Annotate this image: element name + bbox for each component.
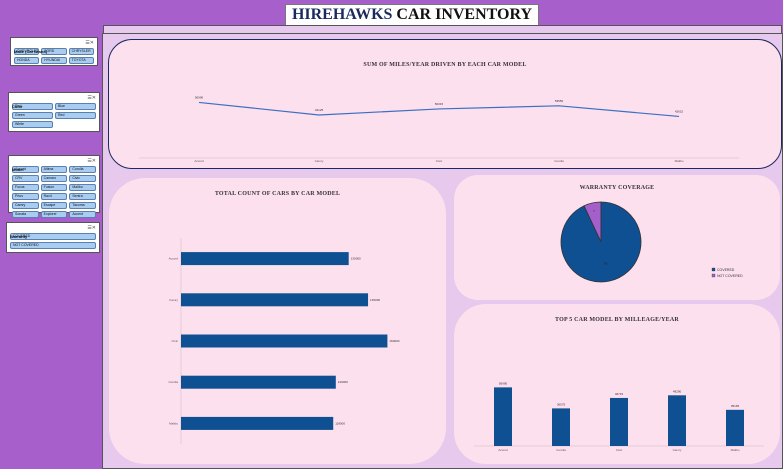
slicer-item[interactable]: Camaro [40,175,68,182]
data-label: 56990 [195,95,204,99]
x-tick-label: Malibu [731,448,740,452]
legend-swatch [711,273,716,278]
column-chart-panel: TOP 5 CAR MODEL BY MILLEAGE/YEAR 56990 Ac… [454,304,780,464]
slicer-items: Red Blue Green Red White [12,103,96,128]
slicer-item[interactable]: Sonata [12,211,39,218]
data-label: 35165 [731,404,740,408]
slicer-title: Warranty [10,234,28,239]
line-chart-panel: SUM OF MILES/YEAR DRIVEN BY EACH CAR MOD… [108,39,782,169]
legend-label: NOT COVERED [717,274,743,278]
slicer-item[interactable]: Rav4 [40,193,68,200]
y-tick-label: Civic [172,339,179,343]
slicer-item[interactable]: Fusion [40,184,68,191]
slicer-item[interactable]: Explorer [40,211,68,218]
column-bar [552,408,570,446]
slicer-model: Model ☰✕ Accord Altima Corolla CRV Camaro Civ… [8,155,100,218]
x-tick-label: Camry [673,448,682,452]
slicer-item[interactable]: TOYOTA [68,57,94,64]
filter-icon[interactable]: ☰✕ [87,95,96,101]
slicer-item[interactable]: Sentra [69,193,96,200]
data-label: 36575 [557,402,566,406]
slicer-item[interactable]: HYUNDAI [41,57,67,64]
slicer-item[interactable]: Blue [55,103,96,110]
column-bar [668,395,686,446]
title-part1: HIREHAWKS [291,6,393,23]
slicer-items: Accord Altima Corolla CRV Camaro Civic Focus Fu… [12,166,96,218]
x-tick-label: Civic [436,159,443,163]
slicer-item[interactable]: Malibu [69,184,96,191]
y-tick-label: Accord [169,257,179,261]
legend-label: COVERED [717,268,735,272]
data-label: 160000 [389,339,399,343]
hbar-chart: 130000 Accord 145000 Camry 160000 Civic 120000… [168,238,400,444]
bar [181,252,349,266]
slicer-item[interactable]: HONDA [14,57,40,64]
data-label: 42615 [675,109,684,113]
slicer-item[interactable]: Civic [69,175,96,182]
data-label: 53550 [555,99,564,103]
column-bar [494,387,512,446]
slicer-item[interactable]: CRV [12,175,39,182]
hbar-chart-panel: TOTAL COUNT OF CARS BY CAR MODEL 130000 A… [109,178,446,464]
legend-swatch [711,267,716,272]
x-tick-label: Civic [616,448,623,452]
line-chart: 56990 Accord 44125 Camry 50315 Civic 53550 Coro… [139,95,739,163]
column-bar [610,397,628,446]
slicer-color: Color ☰✕ Red Blue Green Red White [8,92,100,132]
x-tick-label: Corolla [556,448,566,452]
y-tick-label: Camry [169,298,178,302]
column-chart: 56990 Accord 36575 Corolla 46715 Civic 49290 Ca… [474,381,764,452]
slicer-item[interactable]: Red [55,112,96,119]
data-label: 130000 [351,257,361,261]
y-tick-label: Corolla [168,380,178,384]
data-label: 118000 [335,421,345,425]
data-label: 56990 [499,381,508,385]
column-bar [726,409,744,446]
slicer-item[interactable]: Accent [69,211,96,218]
slicer-item[interactable]: CHRYSLER [68,48,94,55]
slicer-warranty: Warranty ☰✕ COVERED NOT COVERED [6,222,100,253]
data-label: 50315 [435,102,444,106]
title-part2: CAR INVENTORY [396,6,533,23]
pie-chart-panel: WARRANTY COVERAGE 7 93 COVERED NOT COVERED [454,175,780,300]
x-tick-label: Corolla [554,159,564,163]
filter-icon[interactable]: ☰✕ [87,225,96,231]
slicer-item[interactable]: Tacoma [69,202,96,209]
x-tick-label: Camry [315,159,324,163]
slicer-item[interactable]: Prius [12,193,39,200]
slicer-item[interactable]: Focus [12,184,39,191]
slicer-title: Model [12,167,24,172]
data-label: 44125 [315,108,324,112]
x-tick-label: Accord [498,448,508,452]
pie-slice [560,201,642,283]
data-label: 49290 [673,389,682,393]
slicer-title: Color [12,104,23,109]
bar [181,334,388,348]
slicer-item[interactable]: Camry [12,202,39,209]
pie-chart: 793COVEREDNOT COVERED [560,201,743,283]
bar [181,375,336,389]
slicer-title: Make (Car Brand) [14,49,48,54]
x-tick-label: Malibu [675,159,684,163]
data-label: 93 [604,261,608,265]
slicer-item[interactable]: Altima [40,166,68,173]
data-label: 120000 [338,380,348,384]
dashboard-title: HIREHAWKS CAR INVENTORY [285,4,539,26]
slicer-item[interactable]: White [12,121,53,128]
y-tick-label: Malibu [169,421,178,425]
dashboard-area: SUM OF MILES/YEAR DRIVEN BY EACH CAR MOD… [102,33,783,469]
slicer-make: Make (Car Brand) ☰✕ CHEVROLET FORD CHRYSLE… [10,37,98,66]
slicer-item[interactable]: Green [12,112,53,119]
data-label: 145000 [370,298,380,302]
bar [181,293,369,307]
slicer-item[interactable]: Escape [40,202,68,209]
bar [181,416,334,430]
filter-icon[interactable]: ☰✕ [85,40,94,46]
slicer-item[interactable]: NOT COVERED [10,242,96,249]
x-tick-label: Accord [194,159,204,163]
slicer-item[interactable]: Corolla [69,166,96,173]
data-label: 46715 [615,392,624,396]
filter-icon[interactable]: ☰✕ [87,158,96,164]
